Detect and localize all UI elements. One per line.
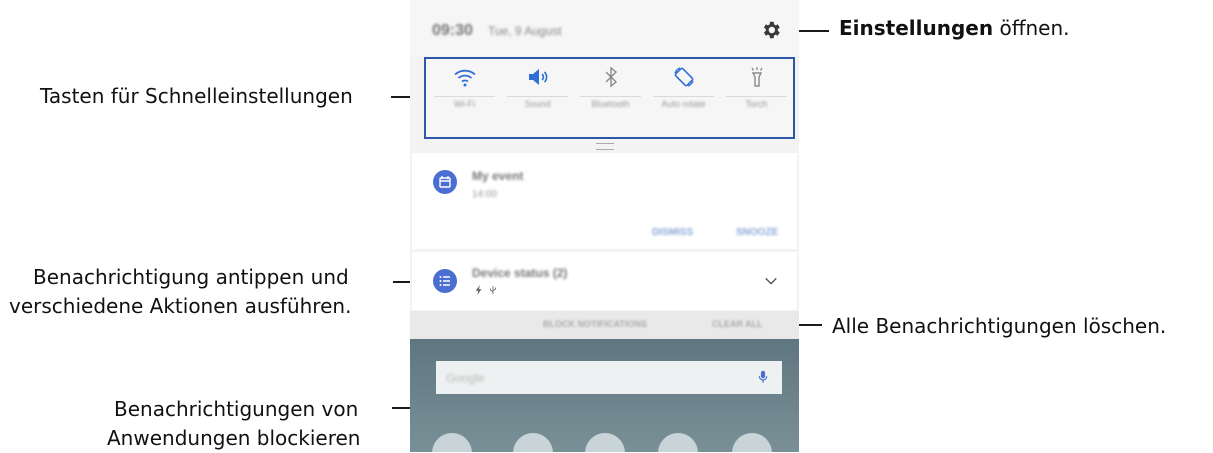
- wifi-icon: [454, 69, 476, 87]
- app-icon[interactable]: [513, 433, 553, 452]
- callout-settings: Einstellungen öffnen.: [839, 14, 1069, 43]
- quick-settings-panel: Wi-Fi Sound Bluetooth Auto rotate Torch: [424, 57, 795, 139]
- notification-card-device-status[interactable]: Device status (2): [412, 252, 797, 310]
- snooze-button[interactable]: SNOOZE: [736, 227, 778, 238]
- app-icon[interactable]: [658, 433, 698, 452]
- quick-setting-sound[interactable]: Sound: [501, 59, 574, 137]
- callout-tap-notification-line2: verschiedene Aktionen ausführen.: [9, 294, 352, 318]
- quick-setting-label: Wi-Fi: [454, 99, 475, 109]
- usb-icon: [490, 285, 496, 295]
- quick-setting-divider: [580, 96, 641, 97]
- chevron-down-icon[interactable]: [764, 274, 778, 288]
- notification-footer: BLOCK NOTIFICATIONS CLEAR ALL: [410, 311, 799, 339]
- app-icon[interactable]: [432, 433, 472, 452]
- flashlight-icon: [751, 67, 763, 87]
- notification-time: 14:00: [472, 189, 498, 200]
- callout-tap-notification-line1: Benachrichtigung antippen und: [33, 265, 349, 289]
- clock: 09:30: [432, 22, 473, 39]
- calendar-icon: [433, 170, 457, 194]
- block-notifications-button[interactable]: BLOCK NOTIFICATIONS: [543, 319, 647, 329]
- google-search-bar[interactable]: Google: [436, 361, 782, 394]
- volume-icon: [529, 69, 548, 85]
- notification-title: Device status (2): [472, 266, 568, 280]
- quick-setting-wifi[interactable]: Wi-Fi: [428, 59, 501, 137]
- quick-setting-label: Sound: [524, 99, 551, 109]
- callout-settings-bold: Einstellungen: [839, 16, 994, 40]
- quick-setting-torch[interactable]: Torch: [720, 59, 793, 137]
- quick-setting-label: Torch: [745, 99, 768, 109]
- microphone-icon[interactable]: [758, 370, 768, 384]
- quick-setting-auto-rotate[interactable]: Auto rotate: [647, 59, 720, 137]
- callout-block-line1: Benachrichtigungen von: [114, 397, 359, 421]
- callout-block-line2: Anwendungen blockieren: [107, 426, 361, 450]
- clear-all-button[interactable]: CLEAR ALL: [712, 319, 763, 329]
- callout-settings-rest: öffnen.: [993, 16, 1070, 40]
- date-label: Tue, 9 August: [488, 24, 562, 38]
- quick-setting-label: Bluetooth: [591, 99, 630, 109]
- quick-setting-divider: [434, 96, 495, 97]
- home-screen-background: Google: [410, 339, 799, 452]
- quick-setting-divider: [507, 96, 568, 97]
- status-bar: 09:30 Tue, 9 August: [410, 0, 799, 56]
- notification-card-event[interactable]: My event 14:00 DISMISS SNOOZE: [412, 153, 797, 249]
- search-placeholder: Google: [446, 371, 485, 385]
- quick-setting-divider: [653, 96, 714, 97]
- notification-title: My event: [472, 169, 524, 183]
- calendar-glyph: [439, 176, 451, 188]
- dismiss-button[interactable]: DISMISS: [652, 227, 693, 238]
- app-folder-icon[interactable]: [732, 433, 772, 452]
- gear-icon[interactable]: [760, 19, 782, 41]
- list-icon: [433, 269, 457, 293]
- quick-setting-divider: [726, 96, 787, 97]
- list-glyph: [439, 276, 450, 286]
- callout-quick-settings: Tasten für Schnelleinstellungen: [40, 84, 353, 108]
- bluetooth-icon: [605, 66, 618, 88]
- phone-notification-panel: 09:30 Tue, 9 August Wi-Fi Sound Bluetoot…: [410, 0, 799, 452]
- charging-icon: [475, 285, 482, 295]
- panel-drag-handle[interactable]: [596, 143, 614, 150]
- app-icon[interactable]: [585, 433, 625, 452]
- quick-setting-bluetooth[interactable]: Bluetooth: [574, 59, 647, 137]
- callout-clear-all: Alle Benachrichtigungen löschen.: [832, 314, 1167, 338]
- rotate-icon: [674, 67, 694, 87]
- quick-setting-label: Auto rotate: [661, 99, 706, 109]
